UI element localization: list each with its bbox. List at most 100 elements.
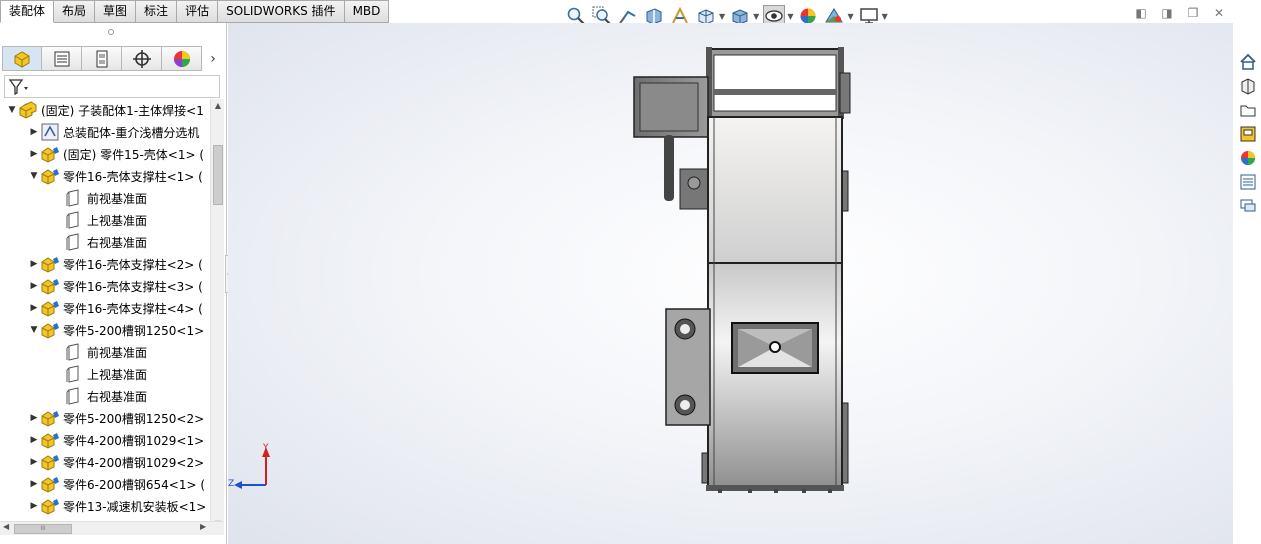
tree-row-label: 零件4-200槽钢1029<2>: [63, 455, 205, 470]
view-settings-dropdown-icon[interactable]: ▼: [882, 12, 888, 21]
displaymanager-icon[interactable]: [162, 46, 202, 71]
expand-arrow-icon[interactable]: ▶: [28, 281, 40, 291]
top-frame: [706, 47, 844, 119]
design-library-icon[interactable]: [1236, 74, 1260, 97]
tree-row[interactable]: ▶ 零件4-200槽钢1029<1>: [0, 429, 210, 451]
task-pane-tabs: [1236, 50, 1261, 218]
tree-row[interactable]: ▶ 零件16-壳体支撑柱<3> (: [0, 275, 210, 297]
tree-row-label: 右视基准面: [87, 389, 148, 404]
display-style-dropdown-icon[interactable]: ▼: [753, 12, 759, 21]
featuremanager-icon[interactable]: [2, 46, 42, 71]
plane-icon: [64, 386, 84, 406]
hide-show-dropdown-icon[interactable]: ▼: [787, 12, 793, 21]
tree-row[interactable]: ▶ 总装配体-重介浅槽分选机: [0, 121, 210, 143]
expand-arrow-icon[interactable]: ▶: [28, 413, 40, 423]
tree-row[interactable]: 前视基准面: [0, 341, 210, 363]
plane-icon: [64, 210, 84, 230]
part-icon: [40, 166, 60, 186]
tree-row[interactable]: 上视基准面: [0, 209, 210, 231]
view-orientation-dropdown-icon[interactable]: ▼: [719, 12, 725, 21]
expand-arrow-icon[interactable]: ▶: [28, 479, 40, 489]
restore-window-icon[interactable]: ❐: [1180, 6, 1206, 20]
expand-arrow-icon[interactable]: ▶: [28, 149, 40, 159]
collapse-arrow-icon[interactable]: ▼: [6, 105, 18, 115]
tree-row[interactable]: ▶ 零件4-200槽钢1029<2>: [0, 451, 210, 473]
tab-sketch[interactable]: 草图: [95, 0, 137, 23]
collapse-arrow-icon[interactable]: ▼: [28, 325, 40, 335]
tree-horizontal-scrollbar[interactable]: ◀ III ▶: [0, 521, 224, 535]
scroll-right-icon[interactable]: ▶: [200, 522, 206, 531]
tree-row-label: 右视基准面: [87, 235, 148, 250]
scroll-thumb[interactable]: [213, 145, 223, 205]
configurationmanager-icon[interactable]: [82, 46, 122, 71]
tab-evaluate[interactable]: 评估: [177, 0, 219, 23]
panel-grip-icon[interactable]: [108, 29, 114, 35]
tree-row[interactable]: 右视基准面: [0, 385, 210, 407]
tree-row[interactable]: ▶ (固定) 零件15-壳体<1> (: [0, 143, 210, 165]
expand-arrow-icon[interactable]: ▶: [28, 435, 40, 445]
part-icon: [40, 320, 60, 340]
panel-tabs: ›: [2, 46, 224, 71]
collapse-left-icon[interactable]: ◧: [1128, 6, 1154, 20]
tree-row-label: 零件16-壳体支撑柱<4> (: [63, 301, 203, 316]
close-window-icon[interactable]: ✕: [1206, 6, 1232, 20]
part-icon: [40, 298, 60, 318]
custom-properties-icon[interactable]: [1236, 170, 1260, 193]
tree-row-label: 零件13-减速机安装板<1>: [63, 499, 207, 514]
part-icon: [40, 144, 60, 164]
graphics-area[interactable]: Y Z: [228, 23, 1233, 544]
dimxpert-icon[interactable]: [122, 46, 162, 71]
tab-markup[interactable]: 标注: [136, 0, 178, 23]
tree-row[interactable]: ▶ 零件6-200槽钢654<1> (: [0, 473, 210, 495]
propertymanager-icon[interactable]: [42, 46, 82, 71]
command-manager-tabs: 装配体 布局 草图 标注 评估 SOLIDWORKS 插件 MBD: [0, 0, 390, 23]
tree-row[interactable]: ▼ (固定) 子装配体1-主体焊接<1: [0, 99, 210, 121]
tree-row[interactable]: 前视基准面: [0, 187, 210, 209]
tab-layout[interactable]: 布局: [54, 0, 96, 23]
collapse-arrow-icon[interactable]: ▼: [28, 171, 40, 181]
plane-icon: [64, 232, 84, 252]
view-palette-icon[interactable]: [1236, 122, 1260, 145]
inspection-hatch: [731, 322, 819, 374]
part-icon: [40, 496, 60, 516]
hscroll-thumb[interactable]: III: [14, 524, 72, 534]
apply-scene-dropdown-icon[interactable]: ▼: [847, 12, 853, 21]
part-icon: [40, 276, 60, 296]
scroll-up-icon[interactable]: ▲: [211, 101, 225, 110]
tree-row[interactable]: ▼ 零件5-200槽钢1250<1>: [0, 319, 210, 341]
part-icon: [40, 254, 60, 274]
scroll-left-icon[interactable]: ◀: [3, 522, 9, 531]
panel-tabs-scroll-right-icon[interactable]: ›: [202, 46, 224, 71]
tree-filter-bar[interactable]: [4, 75, 220, 98]
home-icon[interactable]: [1236, 50, 1260, 73]
tree-row[interactable]: 上视基准面: [0, 363, 210, 385]
tree-row[interactable]: ▼ 零件16-壳体支撑柱<1> (: [0, 165, 210, 187]
tree-vertical-scrollbar[interactable]: ▲ ▼: [210, 99, 224, 533]
file-explorer-icon[interactable]: [1236, 98, 1260, 121]
tree-row-label: 零件5-200槽钢1250<2>: [63, 411, 205, 426]
filter-icon[interactable]: [8, 78, 30, 96]
tree-row-label: 上视基准面: [87, 213, 148, 228]
tab-assembly[interactable]: 装配体: [0, 0, 55, 23]
appearances-icon[interactable]: [1236, 146, 1260, 169]
cad-model-view[interactable]: [228, 23, 1233, 544]
expand-arrow-icon[interactable]: ▶: [28, 303, 40, 313]
expand-arrow-icon[interactable]: ▶: [28, 127, 40, 137]
expand-arrow-icon[interactable]: ▶: [28, 501, 40, 511]
tree-row[interactable]: ▶ 零件16-壳体支撑柱<4> (: [0, 297, 210, 319]
tree-row-label: 上视基准面: [87, 367, 148, 382]
collapse-right-icon[interactable]: ◨: [1154, 6, 1180, 20]
tree-row-label: 零件5-200槽钢1250<1>: [63, 323, 205, 338]
tree-row[interactable]: 右视基准面: [0, 231, 210, 253]
tab-mbd[interactable]: MBD: [344, 0, 390, 23]
tree-row[interactable]: ▶ 零件13-减速机安装板<1>: [0, 495, 210, 517]
triad-z-label: Z: [228, 479, 235, 489]
expand-arrow-icon[interactable]: ▶: [28, 457, 40, 467]
part-icon: [40, 408, 60, 428]
tree-row[interactable]: ▶ 零件16-壳体支撑柱<2> (: [0, 253, 210, 275]
tree-row-label: 零件16-壳体支撑柱<1> (: [63, 169, 203, 184]
forum-icon[interactable]: [1236, 194, 1260, 217]
tab-solidworks-addins[interactable]: SOLIDWORKS 插件: [218, 0, 345, 23]
expand-arrow-icon[interactable]: ▶: [28, 259, 40, 269]
tree-row[interactable]: ▶ 零件5-200槽钢1250<2>: [0, 407, 210, 429]
